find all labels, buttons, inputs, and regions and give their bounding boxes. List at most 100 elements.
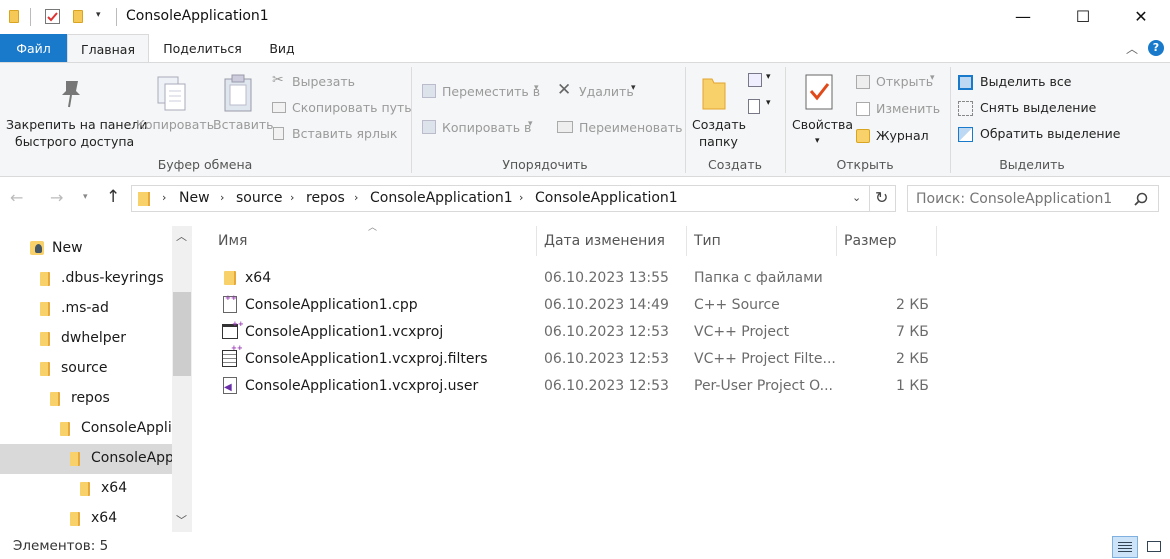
pin-button[interactable]: Закрепить на панели быстрого доступа [4,71,147,151]
refresh-icon[interactable]: ↻ [875,188,888,207]
tree-item-x64[interactable]: x64 [0,504,172,534]
tree-item-repos[interactable]: repos [0,384,172,414]
up-arrow-icon[interactable]: ↑ [106,187,120,207]
file-date: 06.10.2023 14:49 [544,297,669,313]
rename-button[interactable]: Переименовать [555,117,682,139]
edit-label: Изменить [876,101,941,116]
paste-shortcut-button[interactable]: Вставить ярлык [270,125,405,145]
address-dropdown-chevron-icon[interactable]: ⌄ [852,191,861,204]
easy-access-button[interactable]: ▾ [746,97,776,119]
breadcrumb-chevron-icon[interactable]: › [220,191,224,204]
customize-quick-access-chevron-icon[interactable]: ▾ [96,10,101,20]
tree-item-dbus-keyrings[interactable]: .dbus-keyrings [0,264,172,294]
file-row[interactable]: ++ ConsoleApplication1.vcxproj.filters 0… [216,344,946,373]
file-row[interactable]: x64 06.10.2023 13:55 Папка с файлами [216,265,946,292]
paste-shortcut-icon [273,127,284,140]
file-row[interactable]: ++ ConsoleApplication1.cpp 06.10.2023 14… [216,292,946,319]
invert-selection-button[interactable]: Обратить выделение [956,125,1120,145]
tab-view[interactable]: Вид [258,34,306,63]
cpp-file-icon: ++ [223,294,237,313]
tab-home[interactable]: Главная [67,34,149,63]
breadcrumb-chevron-icon[interactable]: › [290,191,294,204]
file-row[interactable]: ++ ConsoleApplication1.vcxproj 06.10.202… [216,319,946,346]
tree-item-x64-nested[interactable]: x64 [0,474,172,504]
recent-locations-chevron-icon[interactable]: ▾ [83,192,88,202]
file-row[interactable]: ◀ ConsoleApplication1.vcxproj.user 06.10… [216,373,946,400]
file-size: 2 КБ [896,297,929,313]
help-icon[interactable]: ? [1148,40,1164,56]
tree-item-consoleapplication1-selected[interactable]: ConsoleApplication1 [0,444,172,474]
history-button[interactable]: Журнал [854,127,944,147]
status-bar: Элементов: 5 [0,536,1170,559]
breadcrumb-chevron-icon[interactable]: › [354,191,358,204]
copy-to-button[interactable]: Копировать в ▾ [418,117,546,139]
minimize-button[interactable]: — [1000,0,1046,32]
breadcrumb-consoleapplication1-current[interactable]: ConsoleApplication1 [535,190,678,206]
close-button[interactable]: ✕ [1118,0,1164,32]
folder-icon [40,272,50,286]
delete-icon: ✕ [557,80,572,100]
file-name: ConsoleApplication1.vcxproj.user [245,378,479,394]
file-name: ConsoleApplication1.vcxproj [245,324,444,340]
scroll-down-icon[interactable]: ﹀ [176,512,187,528]
item-count: Элементов: 5 [13,538,109,554]
paste-button[interactable]: Вставить [210,71,274,151]
scroll-up-icon[interactable]: ︿ [176,228,187,244]
new-folder-button[interactable]: Создать папку [690,71,746,153]
search-box[interactable] [907,185,1159,212]
breadcrumb-source[interactable]: source [236,190,283,206]
column-header-size[interactable]: Размер [844,226,897,256]
select-none-button[interactable]: Снять выделение [956,99,1106,119]
large-icons-view-icon[interactable] [1142,536,1166,558]
address-bar[interactable]: › New › source › repos › ConsoleApplicat… [131,185,896,212]
delete-button[interactable]: ✕ Удалить ▾ [555,80,645,103]
copy-path-button[interactable]: Скопировать путь [270,99,412,119]
column-header-name[interactable]: Имя [218,226,247,256]
invert-selection-label: Обратить выделение [980,126,1121,141]
cut-button[interactable]: ✂ Вырезать [270,72,405,93]
copy-icon [157,76,186,111]
breadcrumb-chevron-icon[interactable]: › [162,191,166,204]
close-icon: ✕ [1134,6,1148,26]
move-to-button[interactable]: Переместить в ▾ [418,81,546,103]
breadcrumb-repos[interactable]: repos [306,190,345,206]
tree-scrollbar[interactable]: ︿ ﹀ [172,226,192,532]
column-header-date[interactable]: Дата изменения [544,226,665,256]
scissors-icon: ✂ [272,72,284,88]
details-view-icon[interactable] [1112,536,1138,558]
file-type: Папка с файлами [694,270,823,286]
pin-label-2: быстрого доступа [15,134,135,149]
tree-item-ms-ad[interactable]: .ms-ad [0,294,172,324]
tree-item-consoleapplication1[interactable]: ConsoleApplication1 [0,414,172,444]
maximize-button[interactable]: ☐ [1060,0,1106,32]
new-item-button[interactable]: ▾ [746,71,776,93]
breadcrumb-chevron-icon[interactable]: › [519,191,523,204]
collapse-ribbon-icon[interactable]: ︿ [1126,40,1138,57]
properties-button[interactable]: Свойства ▾ [790,71,853,153]
folder-icon [224,271,236,285]
forward-arrow-icon[interactable]: → [50,188,63,207]
rename-icon [557,121,573,133]
copy-button[interactable]: Копировать [136,71,214,151]
back-arrow-icon[interactable]: ← [10,188,23,207]
search-input[interactable] [916,189,1131,209]
breadcrumb-consoleapplication1[interactable]: ConsoleApplication1 [370,190,513,206]
search-icon[interactable] [1134,192,1148,206]
properties-quick-icon[interactable] [45,9,60,24]
tab-file[interactable]: Файл [0,34,67,63]
edit-button[interactable]: Изменить [854,100,944,120]
history-icon [856,129,870,143]
tree-item-new[interactable]: New [0,234,172,264]
select-all-button[interactable]: Выделить все [956,73,1106,93]
file-type: Per-User Project O... [694,378,833,394]
tree-item-source[interactable]: source [0,354,172,384]
tab-share[interactable]: Поделиться [155,34,250,63]
new-folder-quick-icon[interactable] [73,10,83,23]
copy-path-icon [272,102,286,113]
breadcrumb-new[interactable]: New [179,190,210,206]
open-group-label: Открыть [836,157,894,172]
tree-scrollbar-thumb[interactable] [173,292,191,376]
column-header-type[interactable]: Тип [694,226,721,256]
open-button[interactable]: Открыть ▾ [854,73,944,93]
tree-item-dwhelper[interactable]: dwhelper [0,324,172,354]
